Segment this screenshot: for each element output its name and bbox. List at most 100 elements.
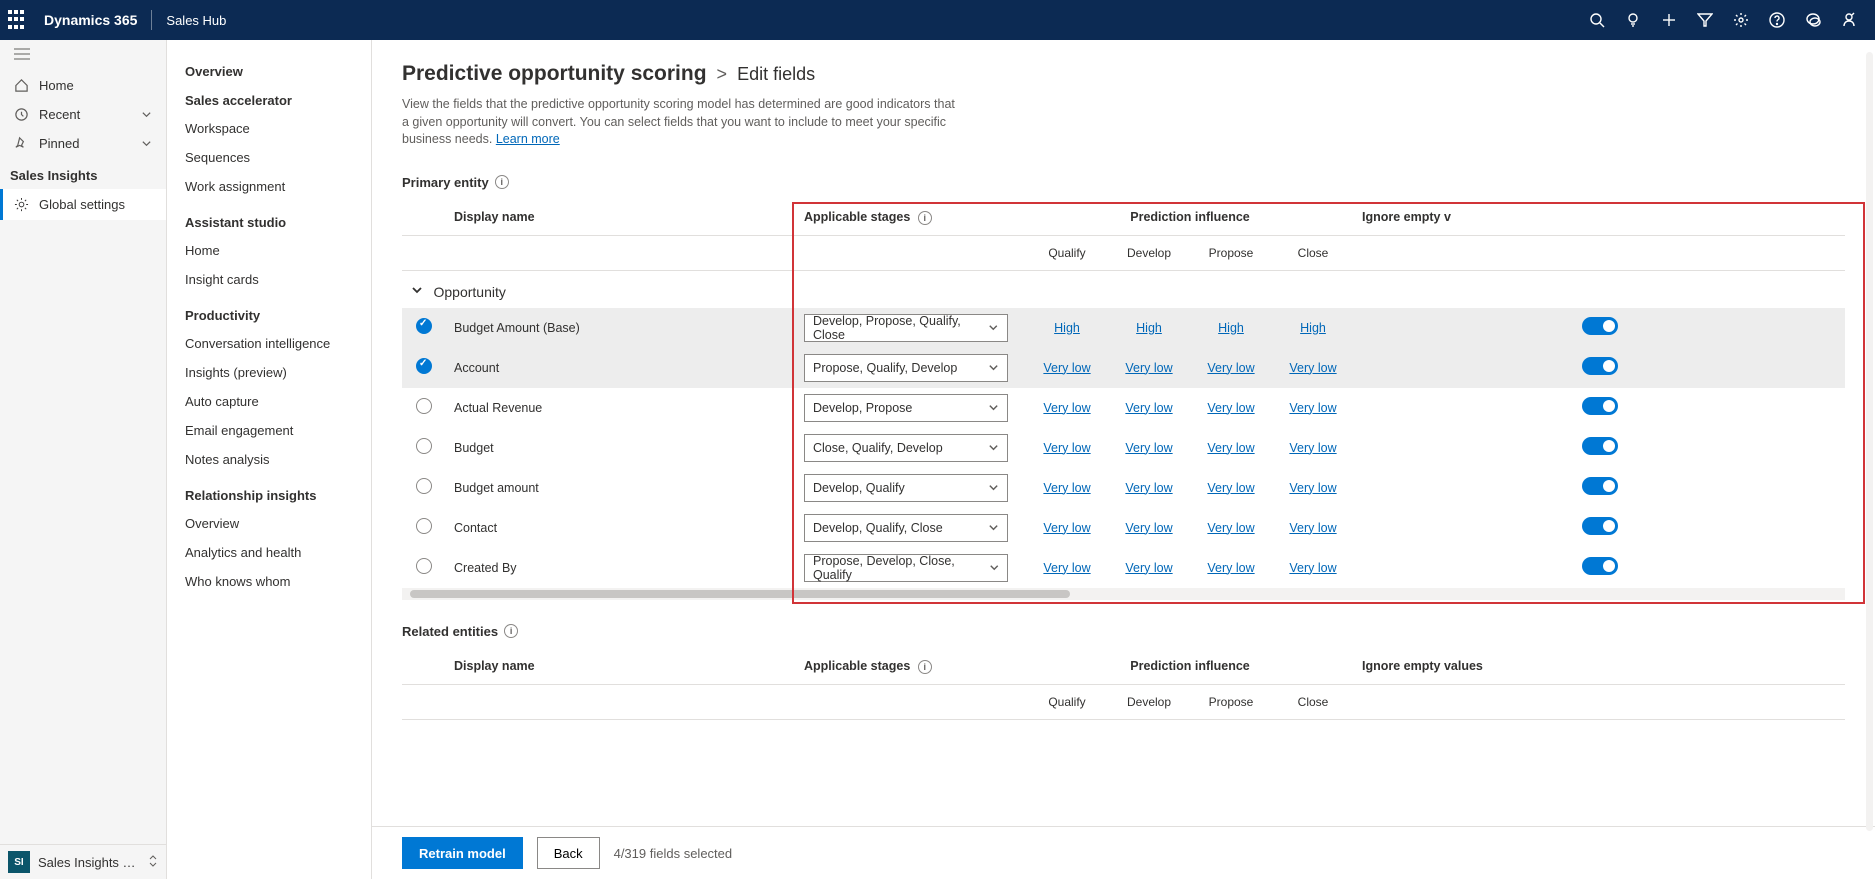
ignore-empty-toggle[interactable]: [1582, 557, 1618, 575]
ignore-empty-toggle[interactable]: [1582, 437, 1618, 455]
ignore-empty-toggle[interactable]: [1582, 397, 1618, 415]
influence-propose[interactable]: Very low: [1207, 401, 1254, 415]
stages-select[interactable]: Develop, Propose: [804, 394, 1008, 422]
assistant-icon[interactable]: [1831, 0, 1867, 40]
row-checkbox[interactable]: [416, 398, 432, 414]
col-applicable-stages[interactable]: Applicable stages i: [796, 200, 1026, 236]
influence-qualify[interactable]: Very low: [1043, 561, 1090, 575]
settings-icon[interactable]: [1723, 0, 1759, 40]
col-ignore-empty[interactable]: Ignore empty values: [1354, 649, 1845, 685]
settings-link-insights-preview[interactable]: Insights (preview): [185, 358, 353, 387]
app-launcher-icon[interactable]: [8, 10, 28, 30]
influence-propose[interactable]: Very low: [1207, 561, 1254, 575]
help-icon[interactable]: [1759, 0, 1795, 40]
info-icon[interactable]: i: [918, 660, 932, 674]
influence-close[interactable]: Very low: [1289, 401, 1336, 415]
table-row[interactable]: Account Propose, Qualify, Develop Very l…: [402, 348, 1845, 388]
settings-link-workspace[interactable]: Workspace: [185, 114, 353, 143]
stages-select[interactable]: Propose, Develop, Close, Qualify: [804, 554, 1008, 582]
influence-close[interactable]: Very low: [1289, 481, 1336, 495]
influence-develop[interactable]: Very low: [1125, 361, 1172, 375]
influence-propose[interactable]: Very low: [1207, 361, 1254, 375]
learn-more-link[interactable]: Learn more: [496, 132, 560, 146]
info-icon[interactable]: i: [504, 624, 518, 638]
nav-global-settings[interactable]: Global settings: [0, 189, 166, 220]
influence-qualify[interactable]: High: [1054, 321, 1080, 335]
back-button[interactable]: Back: [537, 837, 600, 869]
influence-qualify[interactable]: Very low: [1043, 401, 1090, 415]
area-switcher[interactable]: SI Sales Insights sett...: [0, 844, 166, 879]
settings-link-analytics[interactable]: Analytics and health: [185, 538, 353, 567]
influence-develop[interactable]: High: [1136, 321, 1162, 335]
ignore-empty-toggle[interactable]: [1582, 317, 1618, 335]
breadcrumb-root[interactable]: Predictive opportunity scoring: [402, 62, 707, 86]
influence-propose[interactable]: High: [1218, 321, 1244, 335]
col-ignore-empty[interactable]: Ignore empty v: [1354, 200, 1845, 236]
influence-close[interactable]: High: [1300, 321, 1326, 335]
horizontal-scrollbar[interactable]: [402, 588, 1845, 600]
stages-select[interactable]: Develop, Propose, Qualify, Close: [804, 314, 1008, 342]
ignore-empty-toggle[interactable]: [1582, 477, 1618, 495]
info-icon[interactable]: i: [495, 175, 509, 189]
settings-link-overview[interactable]: Overview: [185, 64, 353, 79]
table-row[interactable]: Actual Revenue Develop, Propose Very low…: [402, 388, 1845, 428]
settings-link-auto-capture[interactable]: Auto capture: [185, 387, 353, 416]
row-checkbox[interactable]: [416, 478, 432, 494]
settings-link-rel-overview[interactable]: Overview: [185, 509, 353, 538]
col-display-name[interactable]: Display name: [446, 200, 796, 236]
settings-link-sequences[interactable]: Sequences: [185, 143, 353, 172]
col-prediction-influence[interactable]: Prediction influence: [1026, 200, 1354, 236]
vertical-scrollbar[interactable]: [1866, 52, 1873, 831]
search-icon[interactable]: [1579, 0, 1615, 40]
influence-develop[interactable]: Very low: [1125, 521, 1172, 535]
nav-recent[interactable]: Recent: [0, 100, 166, 129]
filter-icon[interactable]: [1687, 0, 1723, 40]
hamburger-icon[interactable]: [0, 40, 166, 71]
table-row[interactable]: Created By Propose, Develop, Close, Qual…: [402, 548, 1845, 588]
settings-link-conv-intel[interactable]: Conversation intelligence: [185, 329, 353, 358]
settings-link-insight-cards[interactable]: Insight cards: [185, 265, 353, 294]
row-checkbox[interactable]: [416, 358, 432, 374]
settings-link-who-knows[interactable]: Who knows whom: [185, 567, 353, 596]
stages-select[interactable]: Propose, Qualify, Develop: [804, 354, 1008, 382]
influence-close[interactable]: Very low: [1289, 361, 1336, 375]
nav-home[interactable]: Home: [0, 71, 166, 100]
col-applicable-stages[interactable]: Applicable stages i: [796, 649, 1026, 685]
lightbulb-icon[interactable]: [1615, 0, 1651, 40]
influence-close[interactable]: Very low: [1289, 521, 1336, 535]
table-row[interactable]: Contact Develop, Qualify, Close Very low…: [402, 508, 1845, 548]
col-prediction-influence[interactable]: Prediction influence: [1026, 649, 1354, 685]
table-row[interactable]: Budget amount Develop, Qualify Very low …: [402, 468, 1845, 508]
ignore-empty-toggle[interactable]: [1582, 517, 1618, 535]
chat-icon[interactable]: [1795, 0, 1831, 40]
influence-develop[interactable]: Very low: [1125, 401, 1172, 415]
influence-qualify[interactable]: Very low: [1043, 361, 1090, 375]
influence-qualify[interactable]: Very low: [1043, 441, 1090, 455]
table-row[interactable]: Budget Close, Qualify, Develop Very low …: [402, 428, 1845, 468]
add-icon[interactable]: [1651, 0, 1687, 40]
influence-propose[interactable]: Very low: [1207, 481, 1254, 495]
row-checkbox[interactable]: [416, 518, 432, 534]
influence-develop[interactable]: Very low: [1125, 481, 1172, 495]
influence-propose[interactable]: Very low: [1207, 521, 1254, 535]
settings-link-assistant-home[interactable]: Home: [185, 236, 353, 265]
influence-qualify[interactable]: Very low: [1043, 521, 1090, 535]
nav-pinned[interactable]: Pinned: [0, 129, 166, 158]
table-row[interactable]: Budget Amount (Base) Develop, Propose, Q…: [402, 308, 1845, 348]
row-checkbox[interactable]: [416, 438, 432, 454]
chevron-down-icon[interactable]: [410, 283, 424, 297]
info-icon[interactable]: i: [918, 211, 932, 225]
influence-develop[interactable]: Very low: [1125, 441, 1172, 455]
col-display-name[interactable]: Display name: [446, 649, 796, 685]
influence-close[interactable]: Very low: [1289, 561, 1336, 575]
influence-develop[interactable]: Very low: [1125, 561, 1172, 575]
influence-qualify[interactable]: Very low: [1043, 481, 1090, 495]
settings-link-notes[interactable]: Notes analysis: [185, 445, 353, 474]
retrain-button[interactable]: Retrain model: [402, 837, 523, 869]
ignore-empty-toggle[interactable]: [1582, 357, 1618, 375]
settings-link-email-engagement[interactable]: Email engagement: [185, 416, 353, 445]
influence-close[interactable]: Very low: [1289, 441, 1336, 455]
influence-propose[interactable]: Very low: [1207, 441, 1254, 455]
row-checkbox[interactable]: [416, 318, 432, 334]
row-checkbox[interactable]: [416, 558, 432, 574]
